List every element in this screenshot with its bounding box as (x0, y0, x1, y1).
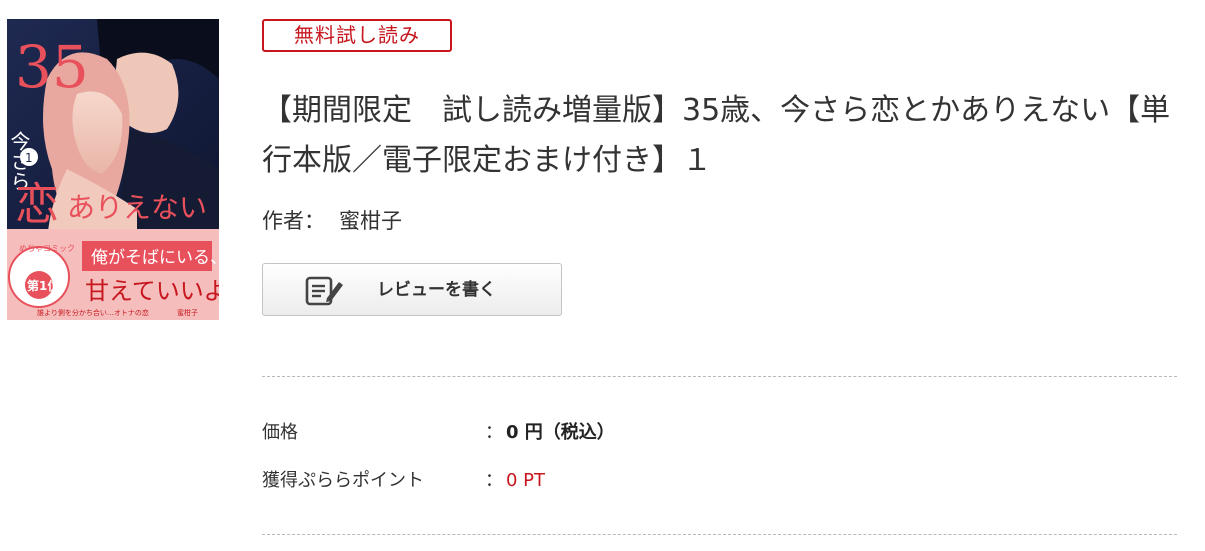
svg-text:ありえない: ありえない (67, 191, 207, 224)
product-page: 35 今さら 1 恋 ありえない めちゃコミック 第1位 俺がそばにいる、 甘え… (0, 0, 1205, 551)
divider-top (262, 376, 1177, 377)
svg-text:めちゃコミック: めちゃコミック (19, 244, 75, 253)
edit-icon (305, 276, 345, 306)
svg-text:1: 1 (25, 151, 33, 165)
points-label: 獲得ぷららポイント (262, 470, 424, 491)
svg-text:蜜柑子: 蜜柑子 (177, 308, 198, 317)
author-name-link[interactable]: 蜜柑子 (339, 209, 402, 233)
book-cover-image[interactable]: 35 今さら 1 恋 ありえない めちゃコミック 第1位 俺がそばにいる、 甘え… (7, 19, 219, 320)
price-separator: ： (485, 422, 503, 443)
svg-text:恋: 恋 (15, 179, 59, 230)
svg-text:甘えていいよ。: 甘えていいよ。 (85, 277, 219, 305)
book-title: 【期間限定 試し読み増量版】35歳、今さら恋とかありえない【単行本版／電子限定お… (262, 93, 1171, 178)
divider-bottom (262, 534, 1177, 535)
points-value: 0 PT (506, 470, 546, 491)
points-row: 獲得ぷららポイント ： 0 PT (262, 466, 1177, 496)
price-value: 0 円（税込） (506, 422, 615, 443)
author-line: 作者： 蜜柑子 (262, 205, 402, 237)
author-label: 作者： (262, 209, 325, 233)
svg-text:35: 35 (15, 33, 89, 101)
svg-text:俺がそばにいる、: 俺がそばにいる、 (91, 248, 219, 268)
svg-text:第1位: 第1位 (27, 278, 59, 293)
price-row: 価格 ： 0 円（税込） (262, 418, 1177, 448)
points-separator: ： (485, 470, 503, 491)
price-label: 価格 (262, 422, 298, 443)
write-review-button[interactable]: レビューを書く (262, 263, 562, 316)
write-review-label: レビューを書く (377, 280, 496, 300)
svg-text:誰より側を分かち合い…オトナの恋: 誰より側を分かち合い…オトナの恋 (37, 308, 149, 317)
free-trial-badge: 無料試し読み (262, 19, 452, 52)
